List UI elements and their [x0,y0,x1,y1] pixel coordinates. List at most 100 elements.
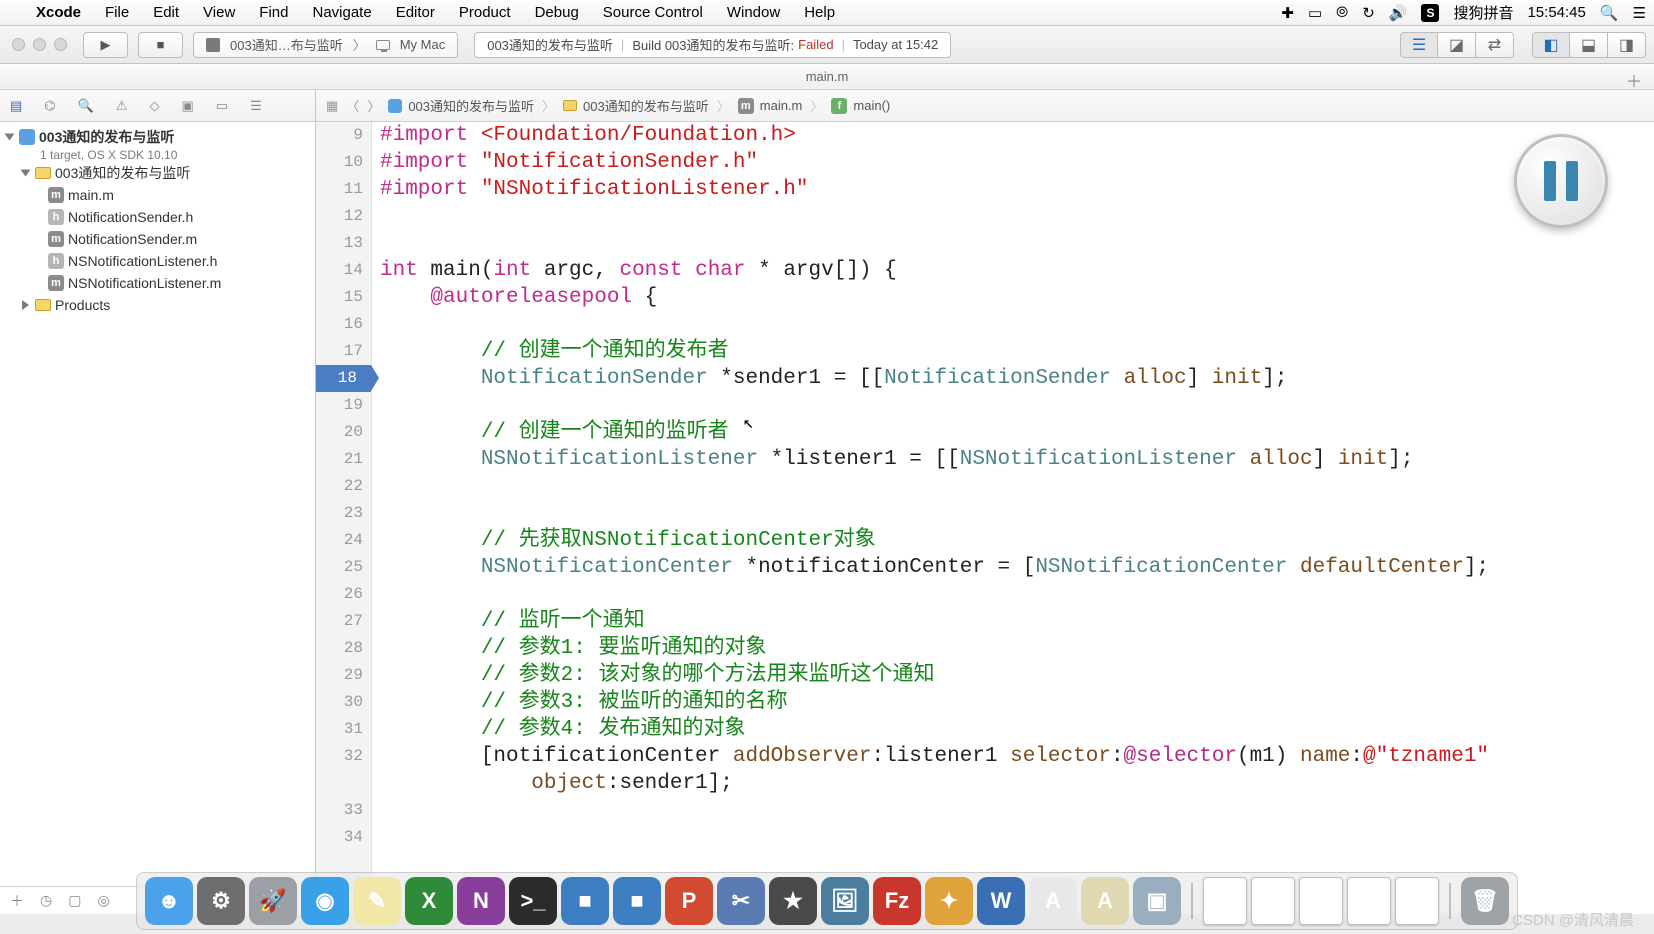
code-line[interactable]: NSNotificationListener *listener1 = [[NS… [380,446,1654,473]
nav-file-row[interactable]: mNotificationSender.m [0,228,315,250]
status-volume-icon[interactable]: 🔊 [1389,4,1408,22]
scheme-selector[interactable]: 003通知…布与监听 〉 My Mac [193,32,458,58]
dock-minimized-window[interactable] [1299,877,1343,925]
code-line[interactable]: // 先获取NSNotificationCenter对象 [380,527,1654,554]
status-spotlight-icon[interactable]: 🔍 [1600,4,1619,22]
code-line[interactable]: // 参数4: 发布通知的对象 [380,716,1654,743]
code-line[interactable]: NotificationSender *sender1 = [[Notifica… [380,365,1654,392]
gutter-line[interactable]: 16 [316,311,363,338]
dock-app-app1[interactable]: ■ [561,877,609,925]
jump-crumb-file[interactable]: mmain.m [738,98,803,114]
gutter-line[interactable]: 29 [316,662,363,689]
menu-edit[interactable]: Edit [141,2,191,23]
gutter-line[interactable] [316,770,363,797]
gutter-line[interactable]: 13 [316,230,363,257]
find-navigator-icon[interactable]: 🔍 [78,98,94,114]
gutter-line[interactable]: 23 [316,500,363,527]
dock-app-app5[interactable]: ▣ [1133,877,1181,925]
code-line[interactable]: int main(int argc, const char * argv[]) … [380,257,1654,284]
code-line[interactable]: #import "NotificationSender.h" [380,149,1654,176]
dock-trash[interactable]: 🗑 [1461,877,1509,925]
menu-file[interactable]: File [93,2,141,23]
status-plus-icon[interactable]: ✚ [1281,4,1294,22]
source-editor[interactable]: 9101112131415161718192021222324252627282… [316,122,1654,914]
dock-minimized-window[interactable] [1347,877,1391,925]
code-line[interactable]: // 创建一个通知的发布者 [380,338,1654,365]
jump-bar[interactable]: ▦ 〈 〉 003通知的发布与监听 〉 003通知的发布与监听 〉 mmain.… [316,90,1654,121]
dock-app-preview[interactable]: 🖼 [821,877,869,925]
code-line[interactable] [380,473,1654,500]
status-bluetooth-icon[interactable]: ⦾ [1336,4,1348,21]
dock-app-excel[interactable]: X [405,877,453,925]
menu-help[interactable]: Help [792,2,847,23]
dock-minimized-window[interactable] [1251,877,1295,925]
dock-app-foxit[interactable]: P [665,877,713,925]
status-notification-icon[interactable]: ☰ [1633,4,1646,22]
dock-app-textedit[interactable]: A [1029,877,1077,925]
gutter-line[interactable]: 33 [316,797,363,824]
dock-app-launchpad[interactable]: 🚀 [249,877,297,925]
status-clock[interactable]: 15:54:45 [1527,4,1585,21]
code-line[interactable]: NSNotificationCenter *notificationCenter… [380,554,1654,581]
dock-app-notes[interactable]: ✎ [353,877,401,925]
status-display-icon[interactable]: ▭ [1308,4,1322,22]
code-line[interactable] [380,311,1654,338]
related-items-icon[interactable]: ▦ [326,98,338,114]
code-line[interactable] [380,230,1654,257]
gutter-line[interactable]: 9 [316,122,363,149]
code-line[interactable]: object:sender1]; [380,770,1654,797]
code-line[interactable]: // 监听一个通知 [380,608,1654,635]
code-line[interactable]: // 参数3: 被监听的通知的名称 [380,689,1654,716]
dock-app-terminal[interactable]: >_ [509,877,557,925]
gutter-line[interactable]: 11 [316,176,363,203]
gutter-line[interactable]: 15 [316,284,363,311]
nav-group-row[interactable]: 003通知的发布与监听 [0,162,315,184]
code-line[interactable] [380,203,1654,230]
code-line[interactable]: #import <Foundation/Foundation.h> [380,122,1654,149]
jump-crumb-group[interactable]: 003通知的发布与监听 [563,96,709,115]
forward-button[interactable]: 〉 [367,96,380,115]
dock-app-app3[interactable]: ✦ [925,877,973,925]
status-sogou-icon[interactable]: S [1421,4,1439,22]
code-line[interactable]: [notificationCenter addObserver:listener… [380,743,1654,770]
code-line[interactable]: // 创建一个通知的监听者 [380,419,1654,446]
menu-view[interactable]: View [191,2,247,23]
gutter-line[interactable]: 25 [316,554,363,581]
nav-file-row[interactable]: hNSNotificationListener.h [0,250,315,272]
nav-file-row[interactable]: mNSNotificationListener.m [0,272,315,294]
project-navigator-icon[interactable]: ▤ [10,98,22,114]
recording-pause-overlay[interactable] [1514,134,1608,228]
toggle-navigator-button[interactable]: ◧ [1532,32,1570,58]
dock-minimized-window[interactable] [1203,877,1247,925]
gutter-line[interactable]: 24 [316,527,363,554]
code-area[interactable]: #import <Foundation/Foundation.h>#import… [372,122,1654,914]
menu-find[interactable]: Find [247,2,300,23]
debug-navigator-icon[interactable]: ▣ [182,98,194,114]
gutter-line[interactable]: 18 [316,365,371,392]
dock-app-filezilla[interactable]: Fz [873,877,921,925]
gutter-line[interactable]: 32 [316,743,363,770]
nav-file-row[interactable]: hNotificationSender.h [0,206,315,228]
code-line[interactable]: // 参数2: 该对象的哪个方法用来监听这个通知 [380,662,1654,689]
gutter-line[interactable]: 12 [316,203,363,230]
status-ime-name[interactable]: 搜狗拼音 [1453,2,1513,23]
gutter-line[interactable]: 22 [316,473,363,500]
dock-app-app4[interactable]: A [1081,877,1129,925]
code-line[interactable] [380,500,1654,527]
document-tab-title[interactable]: main.m [806,69,849,84]
menu-editor[interactable]: Editor [384,2,447,23]
dock-app-word[interactable]: W [977,877,1025,925]
gutter-line[interactable]: 17 [316,338,363,365]
toggle-debug-button[interactable]: ⬓ [1570,32,1608,58]
issue-navigator-icon[interactable]: ⚠ [116,98,128,114]
line-gutter[interactable]: 9101112131415161718192021222324252627282… [316,122,372,914]
dock-app-imovie[interactable]: ★ [769,877,817,925]
app-menu[interactable]: Xcode [24,2,93,23]
standard-editor-button[interactable]: ☰ [1400,32,1438,58]
code-line[interactable]: // 参数1: 要监听通知的对象 [380,635,1654,662]
new-tab-button[interactable]: ＋ [1626,68,1642,92]
nav-file-row[interactable]: mmain.m [0,184,315,206]
code-line[interactable]: #import "NSNotificationListener.h" [380,176,1654,203]
symbol-navigator-icon[interactable]: ⌬ [44,98,55,114]
jump-crumb-symbol[interactable]: fmain() [831,98,890,114]
